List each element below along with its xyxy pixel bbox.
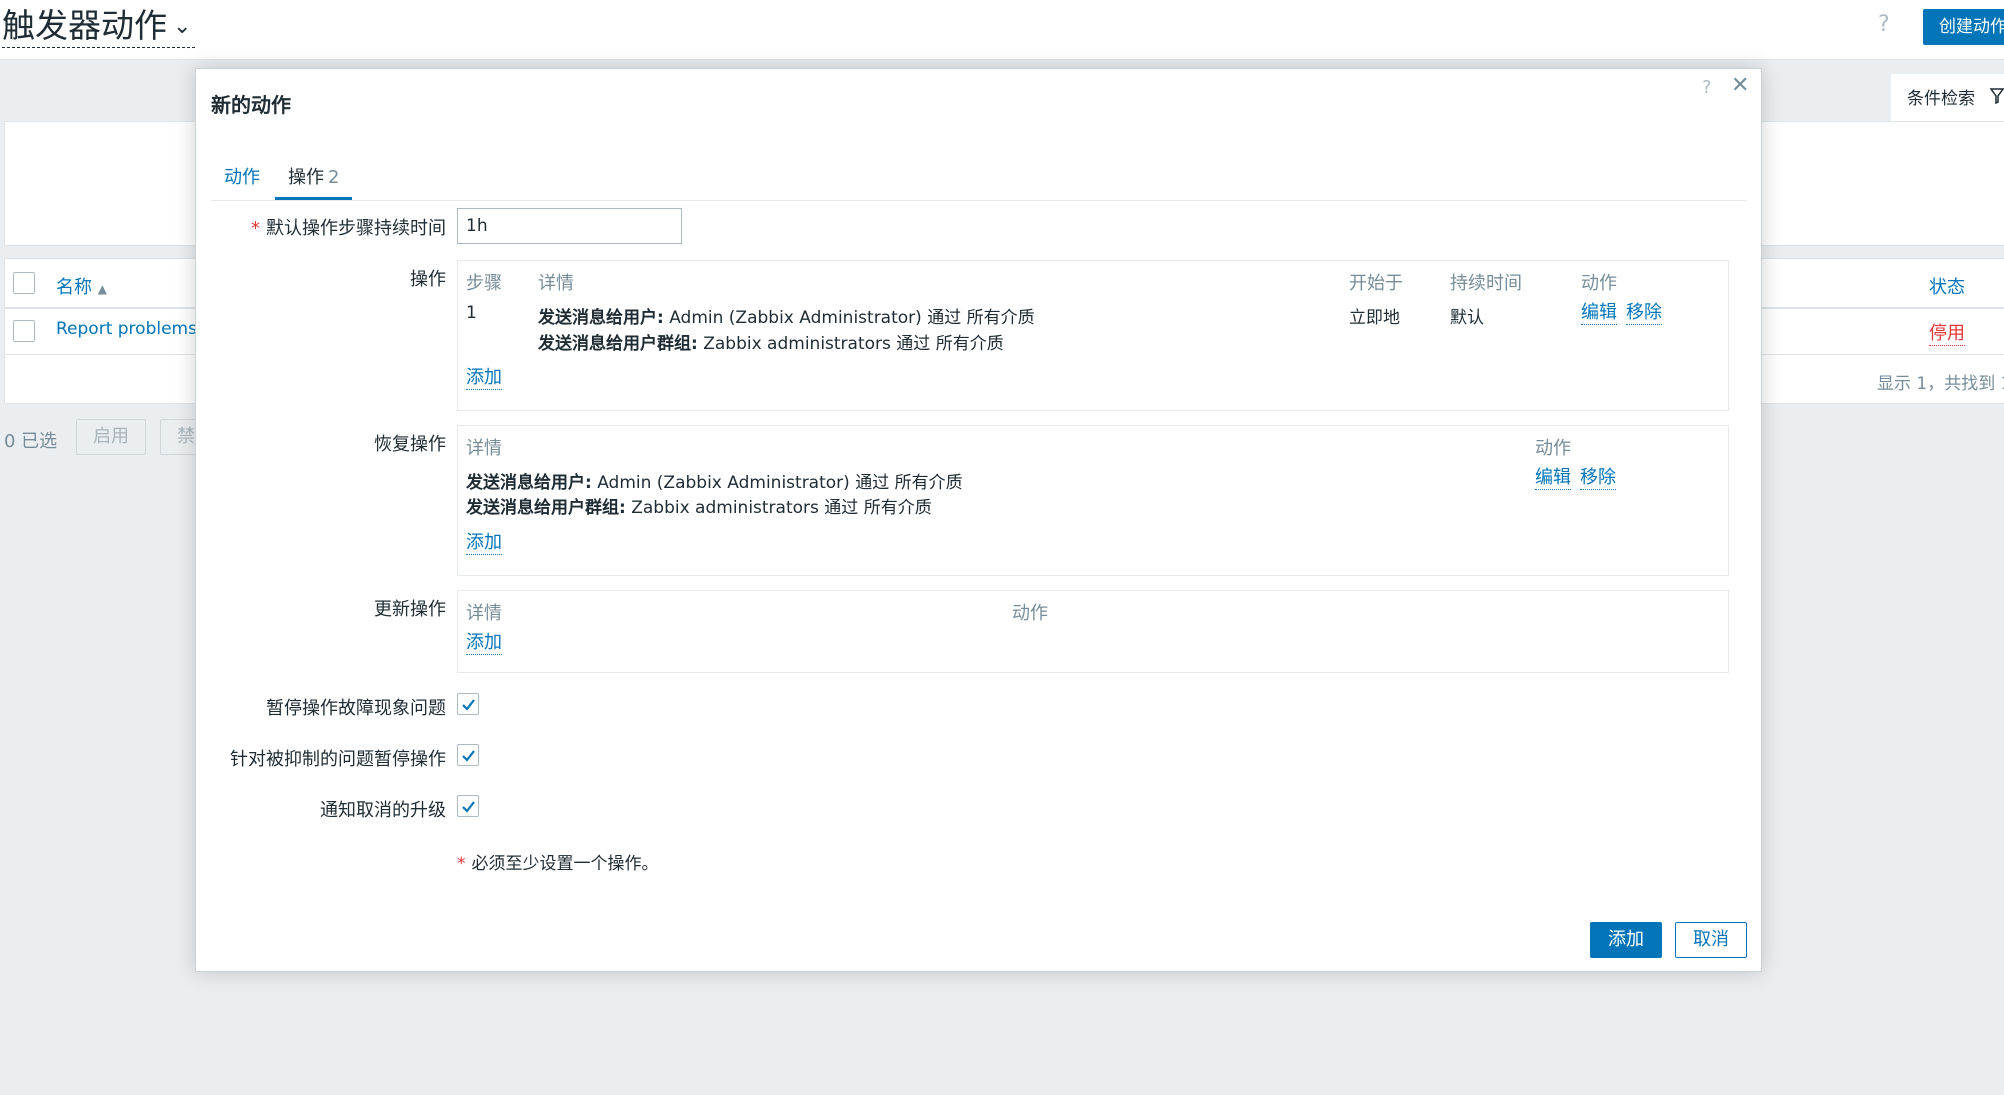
filter-tab-label: 条件检索 bbox=[1907, 89, 1975, 109]
update-add-link[interactable]: 添加 bbox=[466, 632, 502, 655]
detail-user-prefix: 发送消息给用户: bbox=[538, 308, 664, 328]
notify-cancel-checkbox[interactable] bbox=[457, 795, 479, 817]
recovery-detail-user: 发送消息给用户: Admin (Zabbix Administrator) 通过… bbox=[466, 468, 963, 493]
tab-operations-count: 2 bbox=[328, 167, 340, 188]
operation-start: 立即地 bbox=[1349, 308, 1400, 328]
dialog-title: 新的动作 bbox=[211, 93, 291, 117]
top-header: 触发器动作 ⌄ ? 创建动作 bbox=[0, 0, 2004, 60]
add-button[interactable]: 添加 bbox=[1590, 922, 1662, 958]
pause-symptoms-label: 暂停操作故障现象问题 bbox=[266, 698, 446, 719]
operation-edit-link[interactable]: 编辑 bbox=[1581, 302, 1617, 325]
checkmark-icon bbox=[462, 801, 475, 813]
page-title: 触发器动作 bbox=[2, 6, 167, 45]
detail-user-text: Admin (Zabbix Administrator) 通过 所有介质 bbox=[663, 308, 1035, 328]
pause-suppressed-checkbox[interactable] bbox=[457, 744, 479, 766]
operations-label: 操作 bbox=[410, 269, 446, 290]
recovery-group-prefix: 发送消息给用户群组: bbox=[466, 498, 626, 518]
col-action: 动作 bbox=[1581, 273, 1617, 294]
cancel-button[interactable]: 取消 bbox=[1675, 922, 1747, 958]
operation-step: 1 bbox=[466, 303, 477, 323]
row-checkbox[interactable] bbox=[13, 320, 35, 342]
column-status-header[interactable]: 状态 bbox=[1929, 273, 1965, 299]
required-marker: * bbox=[457, 854, 466, 874]
default-duration-label-text: 默认操作步骤持续时间 bbox=[266, 218, 446, 239]
action-status-link[interactable]: 停用 bbox=[1929, 319, 1965, 346]
enable-button[interactable]: 启用 bbox=[76, 419, 146, 455]
column-name-label: 名称 bbox=[56, 277, 92, 298]
pause-suppressed-label: 针对被抑制的问题暂停操作 bbox=[230, 749, 446, 770]
checkmark-icon bbox=[462, 699, 475, 711]
default-duration-label: * 默认操作步骤持续时间 bbox=[196, 214, 446, 240]
tab-operations-label: 操作 bbox=[288, 167, 324, 188]
recovery-col-action: 动作 bbox=[1535, 438, 1571, 459]
page-title-dropdown[interactable]: 触发器动作 ⌄ bbox=[2, 6, 196, 48]
help-icon[interactable]: ? bbox=[1878, 12, 1890, 37]
filter-icon bbox=[1989, 88, 2004, 109]
operation-detail-group: 发送消息给用户群组: Zabbix administrators 通过 所有介质 bbox=[538, 329, 1004, 354]
sort-asc-icon: ▲ bbox=[97, 282, 107, 296]
required-marker: * bbox=[251, 218, 260, 239]
tab-action[interactable]: 动作 bbox=[211, 163, 273, 193]
select-all-checkbox[interactable] bbox=[13, 272, 35, 294]
col-start: 开始于 bbox=[1349, 273, 1403, 294]
recovery-edit-link[interactable]: 编辑 bbox=[1535, 467, 1571, 490]
selected-count: 0 已选 bbox=[4, 431, 58, 452]
default-duration-input[interactable] bbox=[457, 208, 682, 244]
recovery-add-link[interactable]: 添加 bbox=[466, 532, 502, 555]
col-step: 步骤 bbox=[466, 273, 502, 294]
tab-operations[interactable]: 操作 2 bbox=[275, 163, 353, 200]
recovery-remove-link[interactable]: 移除 bbox=[1580, 467, 1616, 490]
recovery-detail-group: 发送消息给用户群组: Zabbix administrators 通过 所有介质 bbox=[466, 493, 932, 518]
recovery-operations-label: 恢复操作 bbox=[374, 434, 446, 455]
close-icon[interactable]: ✕ bbox=[1731, 73, 1749, 98]
new-action-dialog: 新的动作 ? ✕ 动作 操作2 *默认操作步骤持续时间 操作 步骤 详情 开始于… bbox=[195, 68, 1762, 972]
filter-tab[interactable]: 条件检索 bbox=[1891, 74, 2004, 122]
update-col-details: 详情 bbox=[466, 603, 502, 624]
detail-group-text: Zabbix administrators 通过 所有介质 bbox=[697, 334, 1004, 354]
recovery-group-text: Zabbix administrators 通过 所有介质 bbox=[625, 498, 932, 518]
operation-detail-user: 发送消息给用户: Admin (Zabbix Administrator) 通过… bbox=[538, 303, 1035, 328]
detail-group-prefix: 发送消息给用户群组: bbox=[538, 334, 698, 354]
action-name-link[interactable]: Report problems bbox=[56, 319, 197, 339]
table-summary: 显示 1，共找到 1 bbox=[1877, 374, 2004, 394]
chevron-down-icon: ⌄ bbox=[173, 14, 192, 39]
col-duration: 持续时间 bbox=[1450, 273, 1522, 294]
required-note: * 必须至少设置一个操作。 bbox=[457, 849, 659, 874]
update-operations-table: 详情 动作 添加 bbox=[457, 590, 1729, 673]
recovery-col-details: 详情 bbox=[466, 438, 502, 459]
recovery-user-text: Admin (Zabbix Administrator) 通过 所有介质 bbox=[591, 473, 963, 493]
checkmark-icon bbox=[462, 750, 475, 762]
required-note-text: 必须至少设置一个操作。 bbox=[471, 854, 659, 874]
column-name-header[interactable]: 名称 ▲ bbox=[56, 273, 107, 299]
notify-cancel-label: 通知取消的升级 bbox=[320, 800, 446, 821]
update-col-action: 动作 bbox=[1012, 603, 1048, 624]
pause-symptoms-checkbox[interactable] bbox=[457, 693, 479, 715]
dialog-help-icon[interactable]: ? bbox=[1702, 77, 1712, 98]
recovery-operations-table: 详情 动作 发送消息给用户: Admin (Zabbix Administrat… bbox=[457, 425, 1729, 576]
recovery-user-prefix: 发送消息给用户: bbox=[466, 473, 592, 493]
operation-duration: 默认 bbox=[1450, 308, 1484, 328]
dialog-tabs: 动作 操作 2 bbox=[211, 155, 1746, 201]
operation-add-link[interactable]: 添加 bbox=[466, 367, 502, 390]
col-details: 详情 bbox=[538, 273, 574, 294]
create-action-button[interactable]: 创建动作 bbox=[1923, 9, 2004, 45]
update-operations-label: 更新操作 bbox=[374, 599, 446, 620]
operations-table: 步骤 详情 开始于 持续时间 动作 1 发送消息给用户: Admin (Zabb… bbox=[457, 260, 1729, 411]
operation-remove-link[interactable]: 移除 bbox=[1626, 302, 1662, 325]
